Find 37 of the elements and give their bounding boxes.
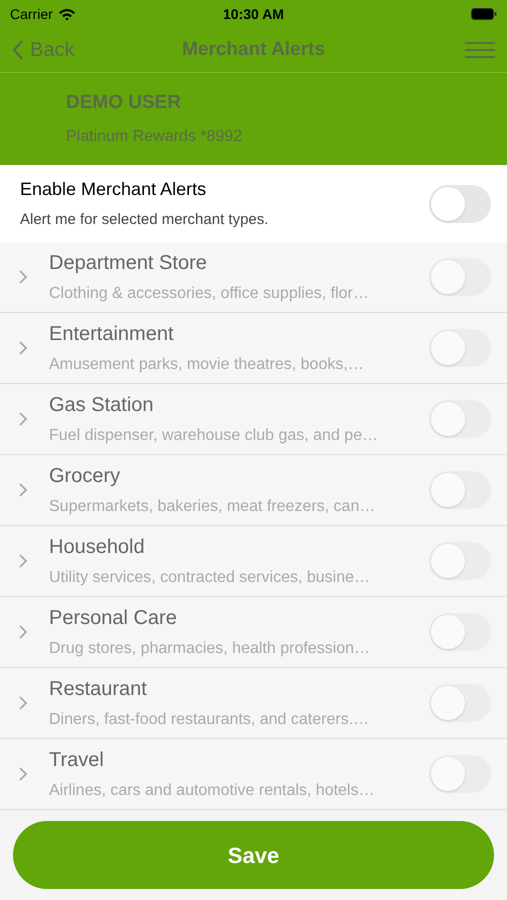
category-description: Drug stores, pharmacies, health profession… — [49, 639, 372, 659]
category-title: Travel — [49, 748, 105, 773]
category-title: Personal Care — [49, 606, 178, 631]
row-subtitle: Alert me for selected merchant types. — [20, 210, 268, 230]
category-title: Household — [49, 535, 146, 560]
screen-title: Merchant Alerts — [182, 38, 325, 62]
chevron-right-icon — [18, 553, 28, 569]
chevron-left-icon — [12, 39, 24, 61]
account-name: DEMO USER — [66, 90, 182, 115]
category-description: Amusement parks, movie theatres, books,… — [49, 355, 365, 375]
category-description: Diners, fast-food restaurants, and caterers.… — [49, 710, 370, 730]
carrier-label: Carrier — [10, 4, 53, 24]
chevron-right-icon — [18, 340, 28, 356]
battery-icon — [471, 8, 497, 20]
menu-button[interactable] — [465, 40, 495, 60]
category-title: Department Store — [49, 251, 208, 276]
category-title: Entertainment — [49, 322, 175, 347]
category-description: Supermarkets, bakeries, meat freezers, can… — [49, 497, 376, 517]
toggle-switch[interactable] — [429, 184, 491, 222]
chevron-right-icon — [18, 411, 28, 427]
wifi-icon — [58, 8, 76, 20]
category-description: Utility services, contracted services, busine… — [49, 568, 371, 588]
save-button[interactable]: Save — [13, 821, 494, 889]
row-title: Enable Merchant Alerts — [20, 178, 208, 201]
category-title: Restaurant — [49, 677, 148, 702]
chevron-right-icon — [18, 482, 28, 498]
category-description: Clothing & accessories, office supplies, flor… — [49, 284, 370, 304]
clock-time: 10:30 AM — [223, 4, 284, 24]
chevron-right-icon — [18, 695, 28, 711]
chevron-right-icon — [18, 269, 28, 285]
category-description: Airlines, cars and automotive rentals, hotels… — [49, 781, 376, 801]
chevron-right-icon — [18, 766, 28, 782]
card-name: Platinum Rewards *8992 — [66, 127, 244, 148]
category-description: Fuel dispenser, warehouse club gas, and pe… — [49, 426, 380, 446]
category-title: Gas Station — [49, 393, 155, 418]
category-title: Grocery — [49, 464, 122, 489]
chevron-right-icon — [18, 624, 28, 640]
